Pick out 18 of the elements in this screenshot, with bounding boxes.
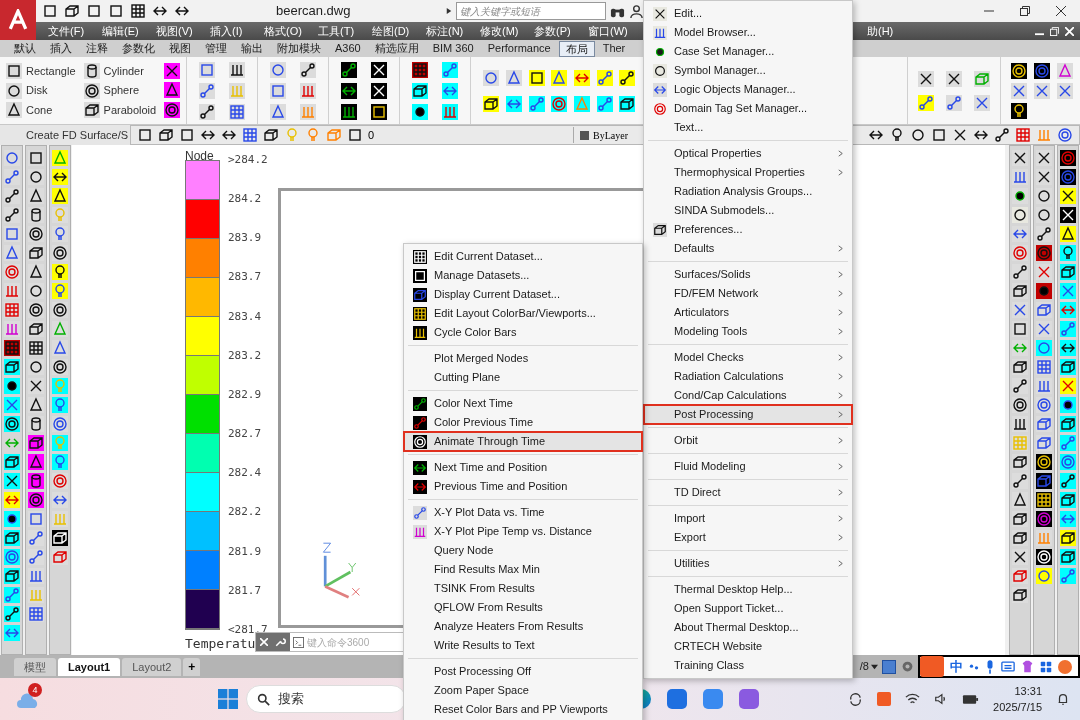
notification-badge: 4: [28, 683, 42, 697]
color-bar-label: >284.2: [228, 153, 268, 167]
panel-label: Create FD Surface/S: [25, 128, 130, 143]
color-bar-label: 281.9: [228, 544, 263, 559]
color-bar-label: 282.2: [228, 505, 263, 520]
color-bar-label: 282.7: [228, 427, 263, 442]
color-bar-label: 282.9: [228, 387, 263, 402]
color-bar-title: Node: [185, 148, 214, 165]
status-text: /8: [859, 659, 869, 675]
color-bar-label: 282.4: [228, 466, 263, 481]
color-bar-label: 283.2: [228, 348, 263, 363]
color-bar-label: 284.2: [228, 192, 263, 207]
color-bar-label: 283.7: [228, 270, 263, 285]
color-bar-label: 283.9: [228, 231, 263, 246]
window-title: beercan.dwg: [276, 2, 351, 21]
color-bar-label: 281.7: [228, 583, 263, 598]
color-bar-quantity: Temperatu: [185, 635, 256, 653]
color-bar-label: 283.4: [228, 309, 263, 324]
